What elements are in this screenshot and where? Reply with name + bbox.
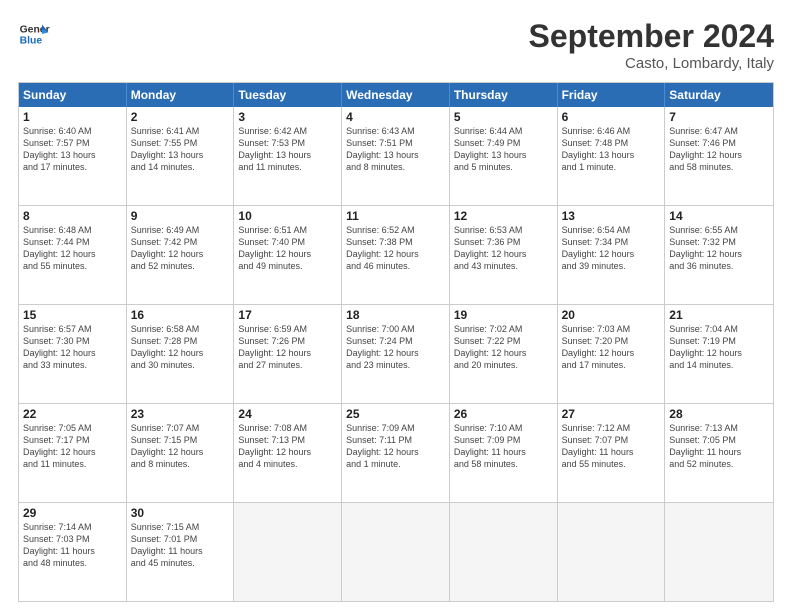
cal-cell-24: 24Sunrise: 7:08 AM Sunset: 7:13 PM Dayli… [234, 404, 342, 502]
cal-cell-30: 30Sunrise: 7:15 AM Sunset: 7:01 PM Dayli… [127, 503, 235, 601]
page: General Blue September 2024 Casto, Lomba… [0, 0, 792, 612]
cal-row-2: 15Sunrise: 6:57 AM Sunset: 7:30 PM Dayli… [19, 304, 773, 403]
title-block: September 2024 Casto, Lombardy, Italy [529, 18, 774, 72]
cal-cell-10: 10Sunrise: 6:51 AM Sunset: 7:40 PM Dayli… [234, 206, 342, 304]
cal-row-3: 22Sunrise: 7:05 AM Sunset: 7:17 PM Dayli… [19, 403, 773, 502]
cal-cell-16: 16Sunrise: 6:58 AM Sunset: 7:28 PM Dayli… [127, 305, 235, 403]
cal-cell-23: 23Sunrise: 7:07 AM Sunset: 7:15 PM Dayli… [127, 404, 235, 502]
cal-cell-11: 11Sunrise: 6:52 AM Sunset: 7:38 PM Dayli… [342, 206, 450, 304]
cal-cell-9: 9Sunrise: 6:49 AM Sunset: 7:42 PM Daylig… [127, 206, 235, 304]
header-friday: Friday [558, 83, 666, 107]
calendar-header: Sunday Monday Tuesday Wednesday Thursday… [19, 83, 773, 107]
cal-cell-4: 4Sunrise: 6:43 AM Sunset: 7:51 PM Daylig… [342, 107, 450, 205]
header-thursday: Thursday [450, 83, 558, 107]
cal-cell-empty-4-6 [665, 503, 773, 601]
cal-cell-28: 28Sunrise: 7:13 AM Sunset: 7:05 PM Dayli… [665, 404, 773, 502]
cal-cell-26: 26Sunrise: 7:10 AM Sunset: 7:09 PM Dayli… [450, 404, 558, 502]
main-title: September 2024 [529, 18, 774, 55]
cal-row-0: 1Sunrise: 6:40 AM Sunset: 7:57 PM Daylig… [19, 107, 773, 205]
cal-row-4: 29Sunrise: 7:14 AM Sunset: 7:03 PM Dayli… [19, 502, 773, 601]
cal-cell-13: 13Sunrise: 6:54 AM Sunset: 7:34 PM Dayli… [558, 206, 666, 304]
cal-cell-8: 8Sunrise: 6:48 AM Sunset: 7:44 PM Daylig… [19, 206, 127, 304]
cal-cell-27: 27Sunrise: 7:12 AM Sunset: 7:07 PM Dayli… [558, 404, 666, 502]
cal-cell-empty-4-5 [558, 503, 666, 601]
subtitle: Casto, Lombardy, Italy [529, 55, 774, 72]
cal-cell-15: 15Sunrise: 6:57 AM Sunset: 7:30 PM Dayli… [19, 305, 127, 403]
cal-cell-3: 3Sunrise: 6:42 AM Sunset: 7:53 PM Daylig… [234, 107, 342, 205]
cal-cell-7: 7Sunrise: 6:47 AM Sunset: 7:46 PM Daylig… [665, 107, 773, 205]
cal-cell-20: 20Sunrise: 7:03 AM Sunset: 7:20 PM Dayli… [558, 305, 666, 403]
cal-cell-14: 14Sunrise: 6:55 AM Sunset: 7:32 PM Dayli… [665, 206, 773, 304]
cal-cell-19: 19Sunrise: 7:02 AM Sunset: 7:22 PM Dayli… [450, 305, 558, 403]
header-wednesday: Wednesday [342, 83, 450, 107]
svg-text:Blue: Blue [20, 36, 43, 47]
header-monday: Monday [127, 83, 235, 107]
header-sunday: Sunday [19, 83, 127, 107]
cal-cell-29: 29Sunrise: 7:14 AM Sunset: 7:03 PM Dayli… [19, 503, 127, 601]
calendar-body: 1Sunrise: 6:40 AM Sunset: 7:57 PM Daylig… [19, 107, 773, 601]
cal-cell-empty-4-3 [342, 503, 450, 601]
calendar: Sunday Monday Tuesday Wednesday Thursday… [18, 82, 774, 602]
header-saturday: Saturday [665, 83, 773, 107]
cal-cell-25: 25Sunrise: 7:09 AM Sunset: 7:11 PM Dayli… [342, 404, 450, 502]
cal-cell-2: 2Sunrise: 6:41 AM Sunset: 7:55 PM Daylig… [127, 107, 235, 205]
header-tuesday: Tuesday [234, 83, 342, 107]
cal-cell-18: 18Sunrise: 7:00 AM Sunset: 7:24 PM Dayli… [342, 305, 450, 403]
cal-cell-22: 22Sunrise: 7:05 AM Sunset: 7:17 PM Dayli… [19, 404, 127, 502]
cal-cell-17: 17Sunrise: 6:59 AM Sunset: 7:26 PM Dayli… [234, 305, 342, 403]
cal-cell-12: 12Sunrise: 6:53 AM Sunset: 7:36 PM Dayli… [450, 206, 558, 304]
cal-cell-empty-4-4 [450, 503, 558, 601]
cal-cell-empty-4-2 [234, 503, 342, 601]
logo-icon: General Blue [18, 18, 50, 50]
logo: General Blue [18, 18, 50, 50]
cal-cell-6: 6Sunrise: 6:46 AM Sunset: 7:48 PM Daylig… [558, 107, 666, 205]
header: General Blue September 2024 Casto, Lomba… [18, 18, 774, 72]
cal-cell-5: 5Sunrise: 6:44 AM Sunset: 7:49 PM Daylig… [450, 107, 558, 205]
cal-cell-21: 21Sunrise: 7:04 AM Sunset: 7:19 PM Dayli… [665, 305, 773, 403]
cal-row-1: 8Sunrise: 6:48 AM Sunset: 7:44 PM Daylig… [19, 205, 773, 304]
cal-cell-1: 1Sunrise: 6:40 AM Sunset: 7:57 PM Daylig… [19, 107, 127, 205]
